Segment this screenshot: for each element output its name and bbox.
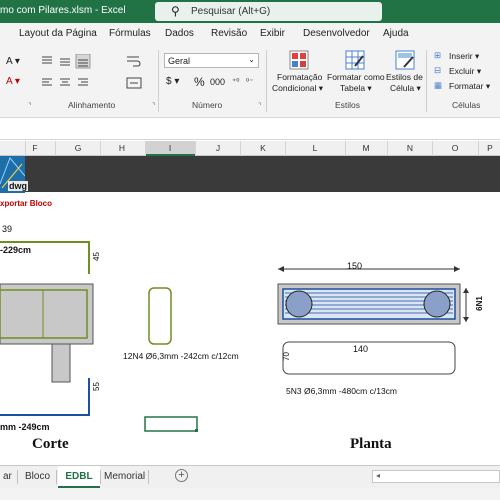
insert-button[interactable]: Inserir ▾ bbox=[449, 51, 479, 62]
column-header-o[interactable]: O bbox=[445, 143, 465, 153]
tab-bloco[interactable]: Bloco bbox=[25, 466, 50, 488]
currency-icon[interactable]: $ ▾ bbox=[166, 76, 179, 87]
column-header-n[interactable]: N bbox=[400, 143, 420, 153]
status-bar bbox=[0, 488, 500, 500]
number-format-select[interactable]: Geral ⌄ bbox=[164, 53, 259, 68]
number-format-value: Geral bbox=[168, 56, 191, 66]
pile-right bbox=[423, 290, 451, 318]
decimal-increase-icon[interactable]: ⁺⁰ bbox=[232, 77, 239, 86]
group-styles: Estilos bbox=[335, 100, 361, 110]
font-launcher-icon[interactable]: ⌝ bbox=[28, 102, 31, 110]
tab-memorial[interactable]: Memorial bbox=[104, 466, 145, 488]
column-header-i[interactable]: I bbox=[160, 143, 180, 153]
search-placeholder: Pesquisar (Alt+G) bbox=[191, 6, 271, 17]
column-header-l[interactable]: L bbox=[305, 143, 325, 153]
conditional-format-label1[interactable]: Formatação bbox=[277, 72, 322, 82]
window-title: mo com Pilares.xlsm - Excel bbox=[0, 5, 126, 16]
column-header-k[interactable]: K bbox=[253, 143, 273, 153]
column-header-j[interactable]: J bbox=[208, 143, 228, 153]
drawing-canvas bbox=[0, 241, 469, 432]
thousands-button[interactable]: 000 bbox=[210, 77, 225, 87]
menu-review[interactable]: Revisão bbox=[211, 28, 247, 39]
dim-55: 55 bbox=[91, 382, 101, 391]
alignment-icons[interactable] bbox=[40, 54, 115, 92]
planta-title: Planta bbox=[350, 436, 392, 452]
dim-6n1: 6N1 bbox=[474, 296, 484, 311]
cell-styles-label2[interactable]: Célula ▾ bbox=[390, 83, 421, 94]
column-header-g[interactable]: G bbox=[68, 143, 88, 153]
column-header-m[interactable]: M bbox=[356, 143, 376, 153]
column-header-p[interactable]: P bbox=[480, 143, 500, 153]
group-cells: Células bbox=[452, 100, 481, 110]
format-table-label2[interactable]: Tabela ▾ bbox=[340, 83, 372, 94]
column-headers: F G H I J K L M N O P bbox=[0, 141, 500, 156]
ribbon-menu-bar: Layout da Página Fórmulas Dados Revisão … bbox=[0, 23, 500, 46]
menu-layout[interactable]: Layout da Página bbox=[19, 28, 97, 39]
worksheet-grid[interactable]: dwg xportar Bloco 39 -229cm 45 55 mm -24… bbox=[0, 156, 500, 464]
horizontal-scrollbar[interactable]: ◂ bbox=[372, 470, 500, 483]
conditional-format-icon bbox=[289, 50, 309, 70]
selected-cell-outline bbox=[144, 416, 198, 432]
menu-help[interactable]: Ajuda bbox=[383, 28, 409, 39]
bar-label: 5N3 Ø6,3mm -480cm c/13cm bbox=[286, 386, 398, 396]
tab-edbl[interactable]: EDBL bbox=[58, 466, 100, 488]
stirrup-shape bbox=[148, 287, 172, 345]
corte-section bbox=[0, 283, 94, 345]
dim-249: mm -249cm bbox=[0, 422, 50, 432]
sheet-tabs: ar Bloco EDBL Memorial + ◂ bbox=[0, 465, 500, 488]
dim-150: 150 bbox=[347, 261, 363, 271]
bar-shape bbox=[282, 341, 456, 375]
wrap-merge-icons[interactable] bbox=[125, 54, 155, 92]
add-sheet-button[interactable]: + bbox=[175, 469, 188, 482]
tab-ar[interactable]: ar bbox=[3, 466, 12, 488]
pillar bbox=[51, 343, 71, 383]
menu-view[interactable]: Exibir bbox=[260, 28, 285, 39]
formula-bar-area bbox=[0, 119, 500, 140]
group-number: Número bbox=[192, 100, 223, 110]
column-header-f[interactable]: F bbox=[25, 143, 45, 153]
font-color-red-icon[interactable]: A ▾ bbox=[6, 76, 20, 87]
decimal-decrease-icon[interactable]: ⁰⁻ bbox=[246, 77, 253, 86]
font-color-icon[interactable]: A ▾ bbox=[6, 56, 20, 67]
bottom-stirrup-bracket bbox=[0, 378, 90, 416]
delete-icon: ⊟ bbox=[434, 65, 442, 75]
ribbon: A ▾ A ▾ ⌝ Alinhamento ⌝ Geral ⌄ $ ▾ % 00… bbox=[0, 46, 500, 118]
conditional-format-label2[interactable]: Condicional ▾ bbox=[272, 83, 323, 94]
title-bar: mo com Pilares.xlsm - Excel ⚲ Pesquisar … bbox=[0, 0, 500, 23]
group-alignment: Alinhamento bbox=[68, 100, 116, 110]
dim-39: 39 bbox=[2, 224, 13, 234]
menu-formulas[interactable]: Fórmulas bbox=[109, 28, 151, 39]
pile-left bbox=[285, 290, 313, 318]
menu-data[interactable]: Dados bbox=[165, 28, 194, 39]
percent-button[interactable]: % bbox=[194, 75, 205, 89]
dim-70: 70 bbox=[281, 352, 291, 361]
format-table-label1[interactable]: Formatar como bbox=[327, 72, 385, 82]
cell-styles-label1[interactable]: Estilos de bbox=[386, 72, 423, 82]
corte-title: Corte bbox=[32, 436, 69, 452]
search-icon: ⚲ bbox=[171, 4, 180, 18]
search-box[interactable]: ⚲ Pesquisar (Alt+G) bbox=[155, 2, 382, 21]
dim-140: 140 bbox=[353, 344, 369, 354]
format-table-icon bbox=[345, 50, 365, 70]
dim-229: -229cm bbox=[0, 245, 32, 255]
scroll-left-icon[interactable]: ◂ bbox=[376, 471, 380, 480]
alignment-launcher-icon[interactable]: ⌝ bbox=[152, 102, 155, 110]
number-launcher-icon[interactable]: ⌝ bbox=[258, 102, 261, 110]
format-button[interactable]: Formatar ▾ bbox=[449, 81, 490, 92]
dim-45: 45 bbox=[91, 252, 101, 261]
delete-button[interactable]: Excluir ▾ bbox=[449, 66, 481, 77]
column-header-h[interactable]: H bbox=[112, 143, 132, 153]
format-icon: ▦ bbox=[434, 80, 443, 90]
insert-icon: ⊞ bbox=[434, 50, 442, 60]
stirrup-label: 12N4 Ø6,3mm -242cm c/12cm bbox=[123, 351, 239, 361]
menu-developer[interactable]: Desenvolvedor bbox=[303, 28, 370, 39]
cell-styles-icon bbox=[395, 50, 415, 70]
